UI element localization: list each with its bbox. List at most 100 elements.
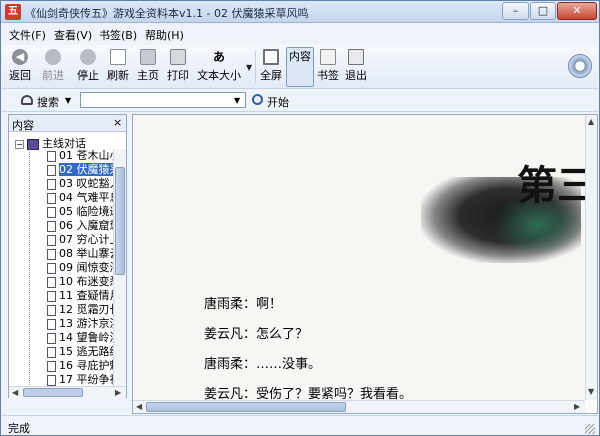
contents-button[interactable]: 内容 bbox=[286, 47, 434, 179]
page-icon bbox=[47, 192, 56, 204]
window-title: 《仙剑奇侠传五》游戏全资料本v1.1 - 02 伏魔猿采草风鸣 bbox=[25, 7, 309, 20]
font-size-button[interactable]: あ 文本大小 bbox=[194, 47, 244, 87]
chapter-heading: 第三 bbox=[517, 162, 585, 209]
panel-close-icon[interactable]: × bbox=[113, 116, 122, 129]
back-button[interactable]: ◀ 返回 bbox=[5, 47, 35, 87]
resize-grip-icon[interactable] bbox=[585, 424, 595, 434]
tree-item[interactable]: 14 望鲁岭漫 bbox=[9, 331, 126, 345]
tree-item[interactable]: 11 查疑情月 bbox=[9, 289, 126, 303]
scroll-right-icon[interactable]: ▶ bbox=[574, 402, 580, 411]
page-icon bbox=[47, 346, 56, 358]
dialog-line: 唐雨柔：啊！ bbox=[204, 297, 283, 312]
tree-item-label: 01 苍木山小 bbox=[59, 149, 121, 162]
tree-hscroll-thumb[interactable] bbox=[23, 388, 83, 397]
page-icon bbox=[47, 360, 56, 372]
tree-item-label: 17 平纷争祖 bbox=[59, 373, 121, 386]
menu-view[interactable]: 查看(V) bbox=[54, 27, 92, 43]
tree-item-label: 13 游汴京漫 bbox=[59, 317, 121, 330]
search-options-dropdown-icon[interactable]: ▼ bbox=[65, 96, 71, 105]
title-bar[interactable]: 五 《仙剑奇侠传五》游戏全资料本v1.1 - 02 伏魔猿采草风鸣 – □ ✕ bbox=[1, 1, 599, 23]
tree-item-label: 04 气难平息 bbox=[59, 191, 121, 204]
search-label[interactable]: 搜索 bbox=[37, 94, 59, 110]
fullscreen-icon bbox=[263, 49, 279, 65]
content-vertical-scrollbar[interactable]: ▲ ▼ bbox=[585, 115, 597, 400]
tree-item[interactable]: 06 入魔窟惩 bbox=[9, 219, 126, 233]
bookmark-label: 书签 bbox=[317, 69, 339, 82]
scroll-left-icon[interactable]: ◀ bbox=[12, 388, 18, 397]
forward-arrow-icon bbox=[45, 49, 61, 65]
forward-button[interactable]: 前进 bbox=[36, 47, 70, 87]
contents-label: 内容 bbox=[289, 50, 311, 63]
menu-bookmarks[interactable]: 书签(B) bbox=[99, 27, 137, 43]
fullscreen-label: 全屏 bbox=[260, 69, 282, 82]
content-horizontal-scrollbar[interactable]: ◀ ▶ bbox=[133, 400, 585, 413]
forward-label: 前进 bbox=[42, 69, 64, 82]
fullscreen-button[interactable]: 全屏 bbox=[258, 47, 284, 87]
brand-logo-icon bbox=[568, 54, 592, 78]
tree-item-label: 11 查疑情月 bbox=[59, 289, 121, 302]
collapse-icon[interactable]: − bbox=[15, 139, 24, 149]
refresh-icon bbox=[110, 49, 126, 65]
menu-file[interactable]: 文件(F) bbox=[9, 27, 46, 43]
toolbar-separator bbox=[255, 51, 256, 83]
tree-item-label: 06 入魔窟惩 bbox=[59, 219, 121, 232]
tree-item[interactable]: 02 伏魔猿采 bbox=[9, 163, 126, 177]
tree-scroll-thumb[interactable] bbox=[115, 167, 125, 275]
tree-item[interactable]: 04 气难平息 bbox=[9, 191, 126, 205]
tree-item[interactable]: 16 寻庇护魅 bbox=[9, 359, 126, 373]
page-icon bbox=[47, 220, 56, 232]
stop-button[interactable]: 停止 bbox=[73, 47, 103, 87]
minimize-button[interactable]: – bbox=[502, 2, 529, 20]
search-input[interactable] bbox=[80, 92, 246, 108]
stop-label: 停止 bbox=[77, 69, 99, 82]
tree-item[interactable]: 17 平纷争祖 bbox=[9, 373, 126, 386]
page-icon bbox=[47, 164, 56, 176]
tree-item-label: 10 布迷变悉 bbox=[59, 275, 121, 288]
font-size-dropdown-icon[interactable]: ▼ bbox=[246, 63, 252, 72]
tree-horizontal-scrollbar[interactable]: ◀ ▶ bbox=[9, 386, 126, 398]
page-icon bbox=[47, 262, 56, 274]
scroll-right-icon[interactable]: ▶ bbox=[115, 388, 121, 397]
tree-item[interactable]: 03 叹蛇豁人 bbox=[9, 177, 126, 191]
page-icon bbox=[47, 248, 56, 260]
panel-title: 内容 bbox=[12, 119, 34, 132]
page-icon bbox=[47, 150, 56, 162]
tree-vertical-scrollbar[interactable] bbox=[113, 149, 126, 386]
page-icon bbox=[47, 234, 56, 246]
page-icon bbox=[47, 276, 56, 288]
printer-icon bbox=[170, 49, 186, 65]
tree-item[interactable]: 13 游汴京漫 bbox=[9, 317, 126, 331]
tree-item[interactable]: 10 布迷变悉 bbox=[9, 275, 126, 289]
home-label: 主页 bbox=[137, 69, 159, 82]
page-icon bbox=[47, 290, 56, 302]
tree-item-label: 16 寻庇护魅 bbox=[59, 359, 121, 372]
tree-item[interactable]: 15 逃无路终 bbox=[9, 345, 126, 359]
panel-header: 内容 × bbox=[9, 115, 126, 132]
tree-item[interactable]: 01 苍木山小 bbox=[9, 149, 126, 163]
search-history-dropdown-icon[interactable]: ▼ bbox=[234, 96, 240, 105]
page-icon bbox=[47, 178, 56, 190]
back-arrow-icon: ◀ bbox=[12, 49, 28, 65]
scroll-up-icon[interactable]: ▲ bbox=[588, 117, 594, 126]
page-icon bbox=[47, 332, 56, 344]
tree-item[interactable]: 09 闻惊变海 bbox=[9, 261, 126, 275]
close-button[interactable]: ✕ bbox=[557, 2, 597, 20]
tree-item[interactable]: 07 穷心计上 bbox=[9, 233, 126, 247]
content-hscroll-thumb[interactable] bbox=[146, 402, 346, 412]
scroll-down-icon[interactable]: ▼ bbox=[588, 387, 594, 396]
bookmark-button[interactable]: 书签 bbox=[315, 47, 341, 87]
contents-panel: 内容 × − 主线对话 01 苍木山小 02 伏魔猿采 03 叹蛇豁人 04 气难平息 0… bbox=[8, 114, 127, 398]
tree-item[interactable]: 05 临险境遭 bbox=[9, 205, 126, 219]
tree-item-label: 09 闻惊变海 bbox=[59, 261, 121, 274]
menu-help[interactable]: 帮助(H) bbox=[145, 27, 184, 43]
print-button[interactable]: 打印 bbox=[163, 47, 193, 87]
search-go-button[interactable]: 开始 bbox=[267, 94, 289, 110]
home-button[interactable]: 主页 bbox=[133, 47, 163, 87]
magnifier-icon[interactable] bbox=[252, 94, 263, 105]
refresh-button[interactable]: 刷新 bbox=[103, 47, 133, 87]
scroll-left-icon[interactable]: ◀ bbox=[136, 402, 142, 411]
tree-item[interactable]: 08 举山寨云 bbox=[9, 247, 126, 261]
tree-item[interactable]: 12 觅霜刃长 bbox=[9, 303, 126, 317]
maximize-button[interactable]: □ bbox=[530, 2, 556, 20]
exit-button[interactable]: 退出 bbox=[343, 47, 369, 87]
